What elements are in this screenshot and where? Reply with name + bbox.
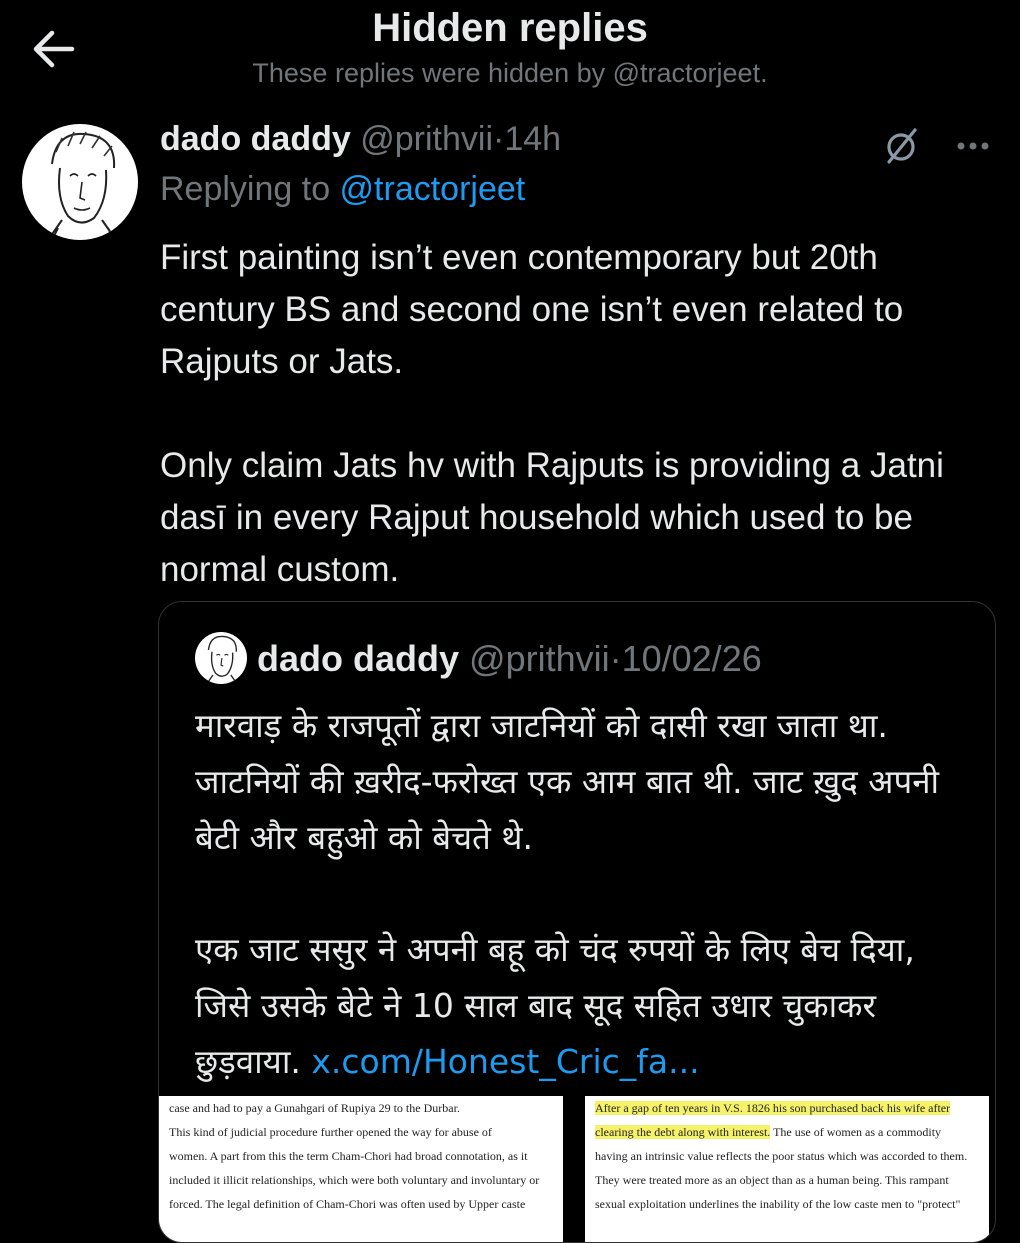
replying-prefix: Replying to (160, 170, 340, 208)
replying-mention-link[interactable]: @tractorjeet (340, 170, 526, 208)
quote-display-name: dado daddy (257, 638, 460, 679)
document-line: This kind of judicial procedure further … (169, 1125, 492, 1139)
more-button[interactable] (950, 126, 996, 166)
tweet-text: First painting isn’t even contemporary b… (160, 238, 944, 589)
quoted-tweet[interactable]: dado daddy @prithvii·10/02/26 मारवाड़ के… (158, 601, 996, 1243)
document-line: case and had to pay a Gunahgari of Rupiy… (169, 1101, 460, 1115)
header: Hidden replies These replies were hidden… (0, 0, 1020, 100)
quote-media[interactable]: case and had to pay a Gunahgari of Rupiy… (159, 1096, 995, 1242)
page-subtitle: These replies were hidden by @tractorjee… (252, 58, 768, 88)
replying-to: Replying to @tractorjeet (160, 170, 525, 209)
display-name[interactable]: dado daddy (160, 120, 351, 158)
document-line: included it illicit relationships, which… (169, 1173, 540, 1187)
quote-avatar[interactable] (195, 632, 247, 684)
quote-image-1[interactable]: case and had to pay a Gunahgari of Rupiy… (159, 1096, 563, 1242)
more-icon (957, 142, 989, 150)
user-handle[interactable]: @prithvii (360, 120, 493, 158)
quote-author: dado daddy @prithvii·10/02/26 (257, 638, 762, 680)
document-line: having an intrinsic value reflects the p… (595, 1149, 968, 1163)
highlighted-text: clearing the debt along with interest. (595, 1125, 771, 1139)
quote-date: ·10/02/26 (609, 638, 762, 679)
avatar-sketch-icon (206, 635, 238, 684)
quote-handle: @prithvii (469, 638, 610, 679)
avatar-sketch-icon (47, 131, 117, 240)
tweet-time[interactable]: ·14h (493, 120, 561, 158)
document-line: They were treated more as an object than… (595, 1173, 949, 1187)
document-text: The use of women as a commodity (770, 1125, 942, 1139)
hidden-reply-button[interactable] (880, 124, 922, 166)
document-line: women. A part from this the term Cham-Ch… (169, 1149, 528, 1163)
tweet-author: dado daddy @prithvii·14h (160, 120, 561, 159)
quote-text: मारवाड़ के राजपूतों द्वारा जाटनियों को द… (195, 698, 975, 1090)
document-line: sexual exploitation underlines the inabi… (595, 1197, 961, 1211)
highlighted-text: After a gap of ten years in V.S. 1826 hi… (595, 1101, 951, 1115)
hidden-reply-icon (887, 128, 917, 164)
quote-link[interactable]: x.com/Honest_Cric_fa... (311, 1042, 699, 1081)
avatar[interactable] (22, 124, 138, 240)
quote-image-2[interactable]: After a gap of ten years in V.S. 1826 hi… (585, 1096, 989, 1242)
document-line: After a gap of ten years in V.S. 1826 hi… (585, 1096, 989, 1120)
document-line: forced. The legal definition of Cham-Cho… (169, 1197, 526, 1211)
quote-text-body: मारवाड़ के राजपूतों द्वारा जाटनियों को द… (195, 706, 940, 1081)
document-line: clearing the debt along with interest. T… (585, 1120, 989, 1144)
page-title: Hidden replies (372, 6, 648, 50)
